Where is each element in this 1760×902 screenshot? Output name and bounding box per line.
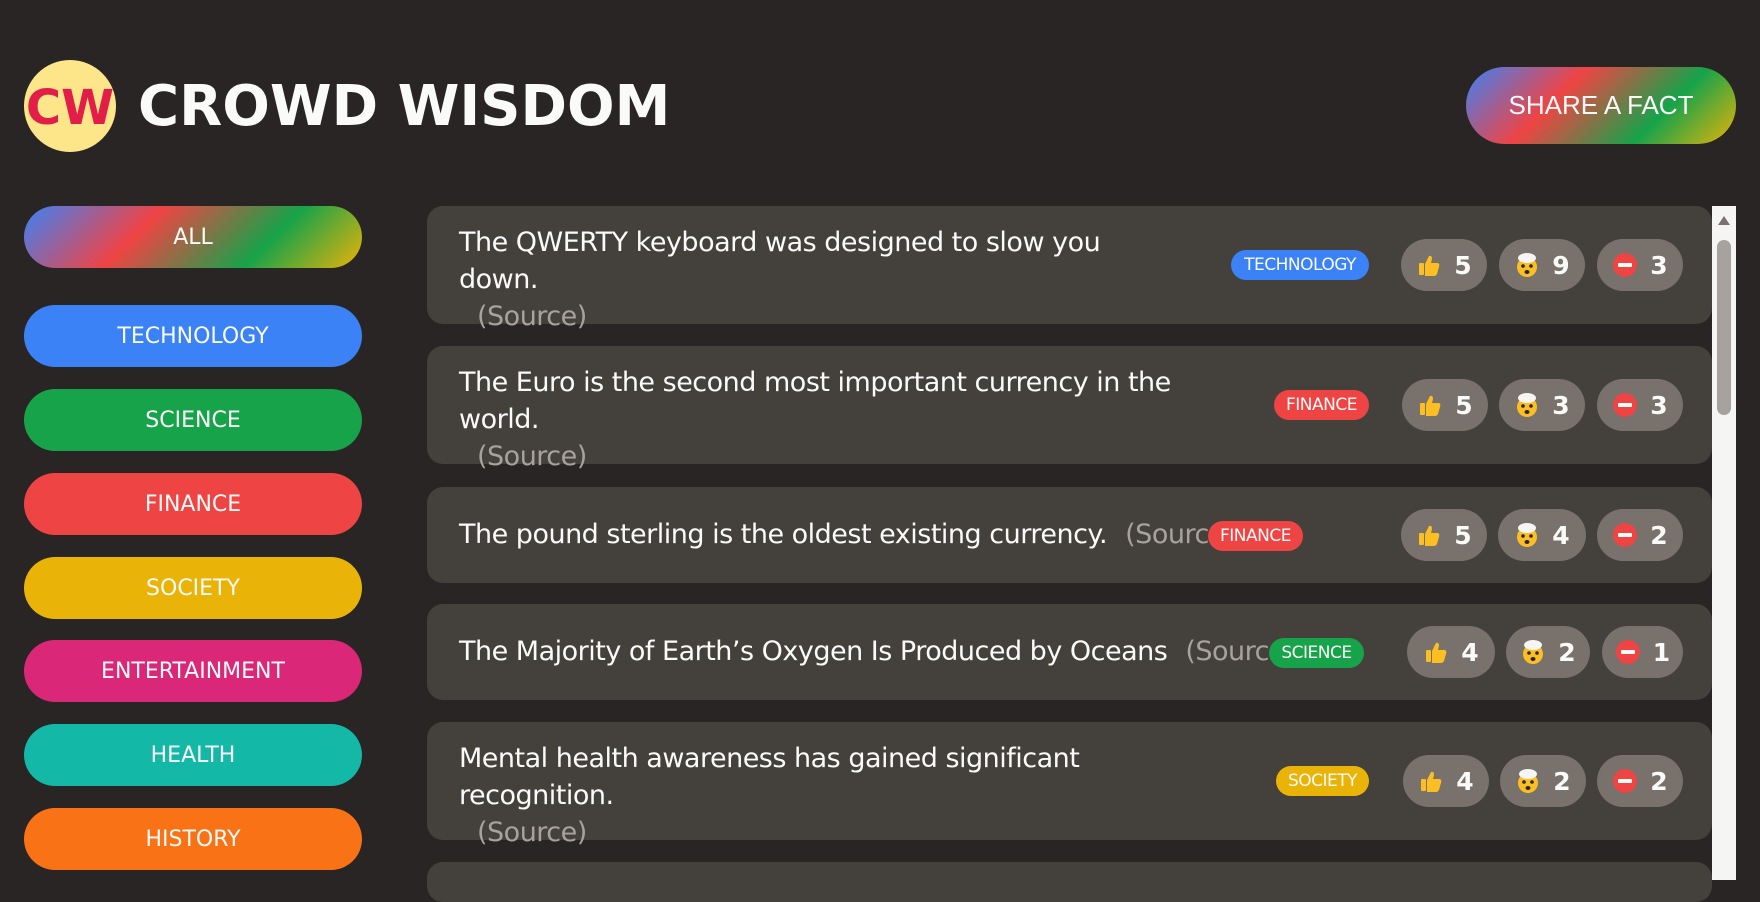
logo: CW — [24, 60, 116, 152]
vote-count: 3 — [1552, 390, 1570, 420]
vote-count: 2 — [1650, 520, 1668, 550]
fact-item: The Euro is the second most important cu… — [427, 346, 1712, 472]
category-society-button[interactable]: SOCIETY — [24, 557, 362, 619]
fact-statement: The QWERTY keyboard was designed to slow… — [459, 227, 1101, 295]
exploding-head-icon — [1515, 768, 1541, 794]
fact-item: The Majority of Earth’s Oxygen Is Produc… — [427, 604, 1712, 700]
exploding-head-icon — [1514, 252, 1540, 278]
no-entry-icon — [1612, 768, 1638, 794]
thumbs-up-icon — [1417, 392, 1443, 418]
logo-graphic: CW — [26, 80, 114, 136]
vote-false-button[interactable]: 2 — [1597, 509, 1683, 561]
vote-count: 5 — [1454, 520, 1472, 550]
category-tag: FINANCE — [1274, 390, 1369, 420]
vote-interesting-button[interactable]: 5 — [1401, 509, 1487, 561]
vote-count: 4 — [1552, 520, 1570, 550]
vote-interesting-button[interactable]: 4 — [1407, 626, 1495, 678]
vote-count: 1 — [1652, 637, 1671, 667]
category-health-button[interactable]: HEALTH — [24, 724, 362, 786]
vote-false-button[interactable]: 3 — [1597, 379, 1683, 431]
category-tag: SOCIETY — [1276, 766, 1369, 796]
thumbs-up-icon — [1423, 639, 1449, 665]
vote-interesting-button[interactable]: 5 — [1401, 239, 1487, 291]
category-science-button[interactable]: SCIENCE — [24, 389, 362, 451]
no-entry-icon — [1615, 639, 1641, 665]
vote-count: 5 — [1454, 250, 1472, 280]
exploding-head-icon — [1514, 392, 1540, 418]
vote-mindblowing-button[interactable]: 2 — [1506, 626, 1590, 678]
fact-text: The pound sterling is the oldest existin… — [459, 516, 1235, 554]
vote-false-button[interactable]: 2 — [1597, 755, 1683, 807]
fact-text: The Majority of Earth’s Oxygen Is Produc… — [459, 633, 1296, 671]
no-entry-icon — [1612, 522, 1638, 548]
category-entertainment-button[interactable]: ENTERTAINMENT — [24, 640, 362, 702]
vote-count: 3 — [1650, 390, 1668, 420]
fact-text: The QWERTY keyboard was designed to slow… — [459, 224, 1179, 335]
category-history-button[interactable]: HISTORY — [24, 808, 362, 870]
vote-mindblowing-button[interactable]: 3 — [1499, 379, 1585, 431]
logo-text: CW — [26, 80, 114, 136]
source-link[interactable]: (Source) — [477, 817, 587, 848]
scroll-thumb[interactable] — [1717, 240, 1731, 415]
vote-count: 4 — [1461, 637, 1479, 667]
category-tag: SCIENCE — [1269, 638, 1364, 668]
vote-interesting-button[interactable]: 4 — [1403, 755, 1489, 807]
vote-count: 2 — [1553, 766, 1571, 796]
header: CW CROWD WISDOM SHARE A FACT — [0, 0, 1760, 200]
fact-text: The Euro is the second most important cu… — [459, 364, 1199, 475]
fact-statement: The Euro is the second most important cu… — [459, 367, 1171, 435]
facts-scrollbar[interactable] — [1712, 206, 1736, 880]
vote-mindblowing-button[interactable]: 2 — [1500, 755, 1586, 807]
thumbs-up-icon — [1418, 768, 1444, 794]
fact-item-partial — [427, 862, 1712, 902]
source-link[interactable]: (Source) — [477, 301, 587, 332]
share-fact-button[interactable]: SHARE A FACT — [1466, 67, 1736, 144]
no-entry-icon — [1612, 252, 1638, 278]
category-tag: TECHNOLOGY — [1231, 250, 1369, 280]
vote-count: 2 — [1650, 766, 1668, 796]
fact-item: The pound sterling is the oldest existin… — [427, 487, 1712, 583]
vote-false-button[interactable]: 3 — [1597, 239, 1683, 291]
category-finance-button[interactable]: FINANCE — [24, 473, 362, 535]
source-link[interactable]: (Source) — [477, 441, 587, 472]
thumbs-up-icon — [1416, 522, 1442, 548]
fact-item: The QWERTY keyboard was designed to slow… — [427, 206, 1712, 332]
exploding-head-icon — [1520, 639, 1546, 665]
vote-count: 3 — [1650, 250, 1668, 280]
category-tag: FINANCE — [1208, 521, 1303, 551]
vote-count: 5 — [1455, 390, 1473, 420]
scroll-up-arrow-icon[interactable] — [1718, 216, 1730, 225]
app-title: CROWD WISDOM — [138, 74, 671, 139]
vote-interesting-button[interactable]: 5 — [1402, 379, 1488, 431]
fact-text: Mental health awareness has gained signi… — [459, 740, 1199, 851]
vote-mindblowing-button[interactable]: 9 — [1499, 239, 1585, 291]
fact-statement: Mental health awareness has gained signi… — [459, 743, 1080, 811]
vote-false-button[interactable]: 1 — [1602, 626, 1683, 678]
fact-item: Mental health awareness has gained signi… — [427, 722, 1712, 848]
fact-statement: The Majority of Earth’s Oxygen Is Produc… — [459, 636, 1168, 667]
fact-statement: The pound sterling is the oldest existin… — [459, 519, 1108, 550]
vote-mindblowing-button[interactable]: 4 — [1498, 509, 1586, 561]
thumbs-up-icon — [1416, 252, 1442, 278]
vote-count: 2 — [1558, 637, 1576, 667]
vote-count: 9 — [1552, 250, 1570, 280]
category-technology-button[interactable]: TECHNOLOGY — [24, 305, 362, 367]
exploding-head-icon — [1514, 522, 1540, 548]
no-entry-icon — [1612, 392, 1638, 418]
vote-count: 4 — [1456, 766, 1474, 796]
category-all-button[interactable]: ALL — [24, 206, 362, 268]
